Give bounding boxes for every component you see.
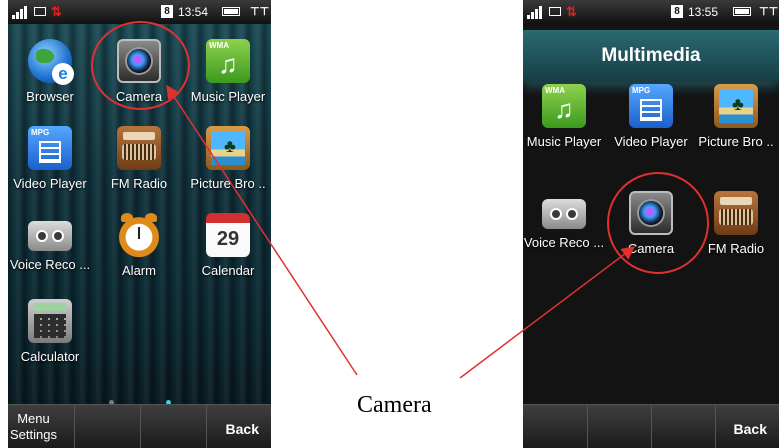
voice-recorder-icon: [542, 199, 586, 229]
alarm-icon: [117, 213, 161, 257]
app-label: Camera: [627, 241, 675, 256]
battery-icon: [733, 7, 751, 16]
app-label: Picture Bro ..: [190, 176, 266, 191]
calendar-icon: 29: [206, 213, 250, 257]
message-icon: [34, 7, 46, 16]
fm-radio-icon: [714, 191, 758, 235]
video-player-icon: MPG: [28, 126, 72, 170]
camera-icon: [629, 191, 673, 235]
back-softkey[interactable]: Back: [226, 421, 259, 437]
app-calculator[interactable]: Calculator: [8, 299, 93, 364]
softkey-divider: [140, 405, 141, 448]
app-label: Music Player: [526, 134, 602, 149]
data-transfer-icon: ⇅: [51, 4, 62, 19]
music-player-icon: WMA ♫: [542, 84, 586, 128]
picture-browser-icon: ♣: [714, 84, 758, 128]
status-time: 13:54: [178, 5, 209, 19]
softkey-divider: [74, 405, 75, 448]
softkey-divider: [715, 405, 716, 448]
app-camera[interactable]: Camera: [96, 39, 182, 104]
signal-strength-icon: [12, 5, 30, 19]
data-transfer-icon: ⇅: [566, 4, 577, 19]
alarm-status-icon: 8: [671, 5, 683, 18]
voice-recorder-icon: [28, 221, 72, 251]
app-label: Camera: [115, 89, 163, 104]
app-voice-recorder[interactable]: Voice Reco ...: [523, 191, 607, 250]
app-music-player[interactable]: WMA ♫ Music Player: [523, 84, 607, 149]
status-bar: ⇅ 8 13:55 ⊤⊤: [523, 0, 779, 24]
back-softkey[interactable]: Back: [734, 421, 767, 437]
softkey-label-settings: Settings: [10, 427, 57, 442]
video-player-icon: MPG: [629, 84, 673, 128]
app-browser[interactable]: e Browser: [8, 39, 93, 104]
app-label: Video Player: [13, 176, 87, 191]
app-label: FM Radio: [110, 176, 168, 191]
app-label: Voice Reco ...: [9, 257, 91, 272]
app-camera[interactable]: Camera: [608, 191, 694, 256]
app-video-player[interactable]: MPG Video Player: [608, 84, 694, 149]
calculator-icon: [28, 299, 72, 343]
status-time: 13:55: [688, 5, 719, 19]
app-label: Alarm: [122, 263, 156, 278]
battery-icon: [222, 7, 240, 16]
message-icon: [549, 7, 561, 16]
app-label: Picture Bro ..: [698, 134, 774, 149]
app-label: Voice Reco ...: [523, 235, 605, 250]
app-label: Browser: [26, 89, 74, 104]
signal-strength-icon: [527, 5, 545, 19]
music-player-icon: WMA ♫: [206, 39, 250, 83]
app-voice-recorder[interactable]: Voice Reco ...: [8, 213, 93, 272]
app-label: Calculator: [20, 349, 80, 364]
app-label: Music Player: [190, 89, 266, 104]
app-picture-browser[interactable]: ♣ Picture Bro ..: [185, 126, 271, 191]
multimedia-screen-phone: ⇅ 8 13:55 ⊤⊤ Multimedia WMA ♫ Music Playe…: [523, 0, 779, 448]
softkey-divider: [651, 405, 652, 448]
softkey-label-menu: Menu: [17, 411, 50, 426]
network-icon: ⊤⊤: [759, 6, 779, 18]
app-alarm[interactable]: Alarm: [96, 213, 182, 278]
app-label: Video Player: [614, 134, 688, 149]
softkey-bar: Back: [523, 404, 779, 448]
app-fm-radio[interactable]: FM Radio: [96, 126, 182, 191]
app-picture-browser[interactable]: ♣ Picture Bro ..: [693, 84, 779, 149]
alarm-status-icon: 8: [161, 5, 173, 18]
softkey-bar: Menu Settings Back: [8, 404, 271, 448]
status-bar: ⇅ 8 13:54 ⊤⊤: [8, 0, 271, 24]
app-music-player[interactable]: WMA ♫ Music Player: [185, 39, 271, 104]
app-label: FM Radio: [707, 241, 765, 256]
page-title: Multimedia: [523, 30, 779, 82]
app-calendar[interactable]: 29 Calendar: [185, 213, 271, 278]
app-fm-radio[interactable]: FM Radio: [693, 191, 779, 256]
app-video-player[interactable]: MPG Video Player: [8, 126, 93, 191]
home-screen-phone: ⇅ 8 13:54 ⊤⊤ e Browser Camera WMA ♫ Music…: [8, 0, 271, 448]
app-label: Calendar: [201, 263, 255, 278]
picture-browser-icon: ♣: [206, 126, 250, 170]
menu-settings-softkey[interactable]: Menu Settings: [10, 411, 57, 443]
softkey-divider: [587, 405, 588, 448]
browser-icon: e: [28, 39, 74, 85]
network-icon: ⊤⊤: [250, 6, 270, 18]
camera-icon: [117, 39, 161, 83]
annotation-caption: Camera: [357, 392, 432, 418]
fm-radio-icon: [117, 126, 161, 170]
softkey-divider: [206, 405, 207, 448]
